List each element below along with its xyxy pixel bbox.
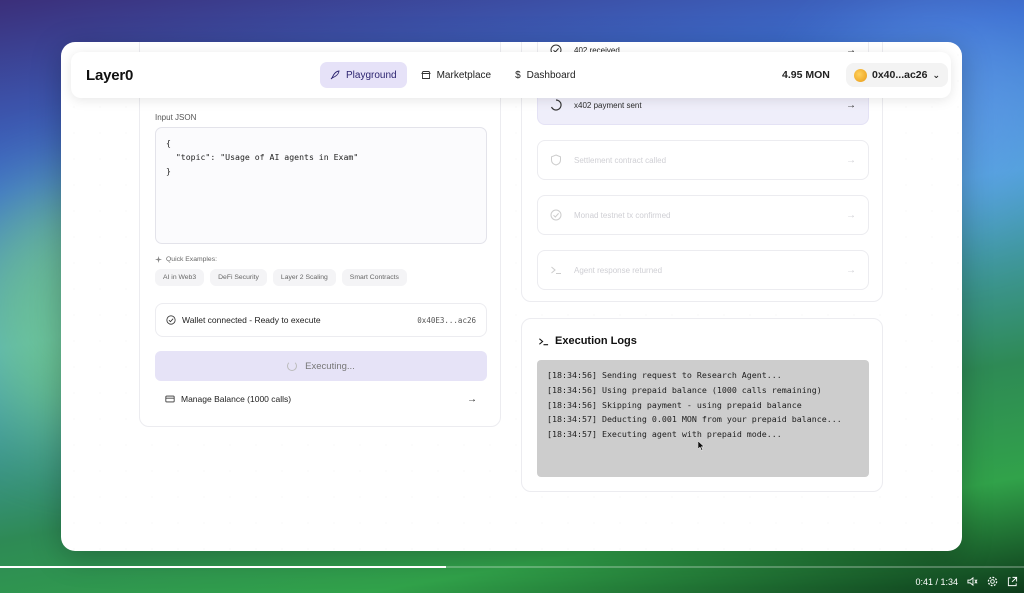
nav-dashboard[interactable]: $ Dashboard: [505, 62, 585, 88]
wallet-status-bar: Wallet connected - Ready to execute 0x40…: [155, 303, 487, 337]
arrow-right-icon: →: [846, 264, 856, 276]
log-line: [18:34:57] Deducting 0.001 MON from your…: [547, 414, 842, 425]
mouse-cursor-icon: [698, 441, 705, 451]
video-controls: 0:41 / 1:34: [915, 576, 1018, 587]
step-tx-confirmed: Monad testnet tx confirmed →: [537, 195, 869, 235]
quick-examples-text: Quick Examples:: [166, 256, 217, 263]
arrow-right-icon: →: [467, 393, 477, 405]
volume-icon[interactable]: [967, 576, 978, 587]
dollar-icon: $: [515, 69, 521, 81]
terminal-icon: [539, 337, 549, 345]
execution-logs-panel: Execution Logs [18:34:56] Sending reques…: [521, 318, 883, 492]
popout-icon[interactable]: [1007, 576, 1018, 587]
input-json-label: Input JSON: [155, 113, 197, 122]
wallet-status-text: Wallet connected - Ready to execute: [182, 315, 321, 325]
nav-playground[interactable]: Playground: [320, 62, 407, 88]
settings-gear-icon[interactable]: [987, 576, 998, 587]
manage-balance-label: Manage Balance (1000 calls): [181, 394, 292, 404]
mon-balance: 4.95 MON: [782, 69, 830, 81]
step-label: Agent response returned: [574, 265, 663, 275]
logs-title: Execution Logs: [538, 335, 637, 347]
video-progress-bar[interactable]: [0, 566, 1024, 568]
chip-ai-in-web3[interactable]: AI in Web3: [155, 269, 205, 286]
coin-icon: [854, 68, 867, 82]
log-line: [18:34:56] Skipping payment - using prep…: [547, 399, 802, 410]
video-progress-fill: [0, 566, 447, 568]
chevron-down-icon: ⌄: [932, 69, 941, 80]
terminal-icon: [551, 266, 561, 274]
main-nav: Playground Marketplace $ Dashboard: [320, 62, 586, 88]
check-circle-icon: [166, 315, 176, 325]
app-logo[interactable]: Layer0: [86, 67, 133, 84]
app-window: Input JSON { "topic": "Usage of AI agent…: [61, 42, 962, 551]
step-label: Settlement contract called: [574, 155, 667, 165]
check-circle-icon: [550, 209, 562, 221]
logs-output[interactable]: [18:34:56] Sending request to Research A…: [537, 360, 869, 477]
step-settlement-contract: Settlement contract called →: [537, 140, 869, 180]
logs-title-text: Execution Logs: [555, 335, 637, 347]
arrow-right-icon: →: [846, 154, 856, 166]
nav-label: Marketplace: [436, 69, 492, 81]
top-navbar: Layer0 Playground Marketplace $ Dashboar…: [71, 52, 951, 98]
log-line: [18:34:56] Sending request to Research A…: [547, 370, 782, 380]
chip-defi-security[interactable]: DeFi Security: [210, 269, 267, 286]
store-icon: [420, 71, 431, 79]
wallet-button[interactable]: 0x40...ac26 ⌄: [846, 63, 949, 87]
json-input[interactable]: { "topic": "Usage of AI agents in Exam" …: [155, 127, 487, 244]
quick-examples-label: Quick Examples:: [155, 256, 217, 263]
arrow-right-icon: →: [846, 209, 856, 221]
nav-marketplace[interactable]: Marketplace: [411, 62, 501, 88]
chip-layer2-scaling[interactable]: Layer 2 Scaling: [272, 269, 336, 286]
step-label: x402 payment sent: [574, 100, 642, 110]
execute-button[interactable]: Executing...: [155, 351, 487, 381]
step-agent-response: Agent response returned →: [537, 250, 869, 290]
quick-example-chips: AI in Web3 DeFi Security Layer 2 Scaling…: [155, 269, 407, 286]
execute-button-label: Executing...: [305, 360, 355, 372]
wallet-address: 0x40E3...ac26: [417, 315, 476, 325]
chip-smart-contracts[interactable]: Smart Contracts: [341, 269, 407, 286]
card-icon: [165, 395, 175, 403]
shield-icon: [551, 154, 561, 166]
video-time: 0:41 / 1:34: [915, 576, 958, 587]
nav-label: Dashboard: [526, 69, 576, 81]
input-panel: Input JSON { "topic": "Usage of AI agent…: [139, 42, 501, 427]
arrow-right-icon: →: [846, 99, 856, 111]
log-line: [18:34:57] Executing agent with prepaid …: [547, 429, 782, 440]
log-line: [18:34:56] Using prepaid balance (1000 c…: [547, 384, 822, 395]
spinner-icon: [287, 361, 298, 371]
loading-icon: [550, 99, 562, 111]
nav-label: Playground: [346, 69, 397, 81]
wallet-address: 0x40...ac26: [872, 69, 928, 81]
rocket-icon: [330, 70, 340, 80]
manage-balance-button[interactable]: Manage Balance (1000 calls) →: [155, 386, 487, 412]
sparkle-icon: [155, 256, 162, 263]
step-label: Monad testnet tx confirmed: [574, 210, 671, 220]
